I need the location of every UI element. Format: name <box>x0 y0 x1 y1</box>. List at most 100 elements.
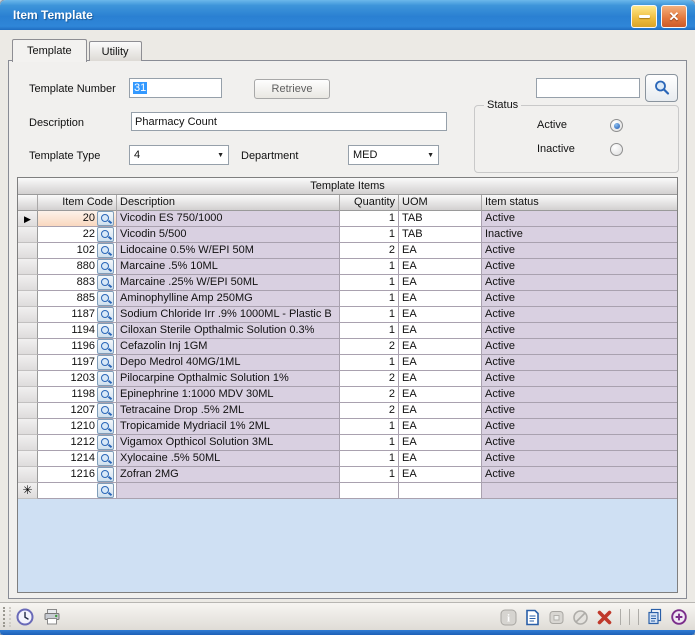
row-selector-cell[interactable] <box>18 243 38 259</box>
table-row[interactable]: 1216 Zofran 2MG 1 EA Active <box>18 467 677 483</box>
quantity-cell[interactable]: 2 <box>340 243 399 259</box>
retrieve-button[interactable]: Retrieve <box>254 79 330 99</box>
memo-icon[interactable] <box>523 608 541 626</box>
item-code-cell[interactable]: 1214 <box>38 451 117 467</box>
row-selector-cell[interactable] <box>18 435 38 451</box>
quantity-cell[interactable]: 1 <box>340 227 399 243</box>
item-code-cell[interactable]: 102 <box>38 243 117 259</box>
item-status-cell[interactable]: Inactive <box>482 227 677 243</box>
row-selector-cell[interactable] <box>18 291 38 307</box>
item-code-cell[interactable]: 1198 <box>38 387 117 403</box>
quantity-cell[interactable]: 1 <box>340 435 399 451</box>
table-row[interactable]: 1210 Tropicamide Mydriacil 1% 2ML 1 EA A… <box>18 419 677 435</box>
item-code-cell[interactable]: 1212 <box>38 435 117 451</box>
print-icon[interactable] <box>43 608 61 626</box>
copy-icon[interactable] <box>646 608 664 626</box>
uom-cell[interactable]: EA <box>399 275 482 291</box>
description-cell[interactable]: Tetracaine Drop .5% 2ML <box>117 403 340 419</box>
toolbar-grip[interactable] <box>3 607 11 627</box>
description-cell[interactable]: Marcaine .25% W/EPI 50ML <box>117 275 340 291</box>
lookup-icon[interactable] <box>97 371 114 386</box>
description-cell[interactable]: Tropicamide Mydriacil 1% 2ML <box>117 419 340 435</box>
table-row[interactable]: 1203 Pilocarpine Opthalmic Solution 1% 2… <box>18 371 677 387</box>
lookup-icon[interactable] <box>97 243 114 258</box>
item-code-cell[interactable]: 1203 <box>38 371 117 387</box>
item-code-cell[interactable] <box>38 483 117 499</box>
description-cell[interactable]: Ciloxan Sterile Opthalmic Solution 0.3% <box>117 323 340 339</box>
quantity-cell[interactable]: 2 <box>340 339 399 355</box>
lookup-icon[interactable] <box>97 355 114 370</box>
row-selector-cell[interactable] <box>18 227 38 243</box>
lookup-icon[interactable] <box>97 291 114 306</box>
description-cell[interactable]: Vicodin ES 750/1000 <box>117 211 340 227</box>
item-status-cell[interactable]: Active <box>482 275 677 291</box>
uom-cell[interactable]: EA <box>399 451 482 467</box>
item-status-cell[interactable]: Active <box>482 419 677 435</box>
table-row[interactable]: 22 Vicodin 5/500 1 TAB Inactive <box>18 227 677 243</box>
quantity-cell[interactable]: 1 <box>340 451 399 467</box>
item-code-cell[interactable]: 1187 <box>38 307 117 323</box>
row-selector-cell[interactable] <box>18 451 38 467</box>
template-type-dropdown[interactable]: 4 ▼ <box>129 145 229 165</box>
uom-cell[interactable]: EA <box>399 307 482 323</box>
item-status-cell[interactable]: Active <box>482 243 677 259</box>
item-code-cell[interactable]: 880 <box>38 259 117 275</box>
item-code-cell[interactable]: 20 <box>38 211 117 227</box>
description-cell[interactable]: Aminophylline Amp 250MG <box>117 291 340 307</box>
uom-cell[interactable] <box>399 483 482 499</box>
row-selector-cell[interactable] <box>18 467 38 483</box>
row-selector-cell[interactable] <box>18 275 38 291</box>
lookup-icon[interactable] <box>97 211 114 226</box>
header-quantity[interactable]: Quantity <box>340 195 399 211</box>
header-uom[interactable]: UOM <box>399 195 482 211</box>
table-row[interactable]: 1197 Depo Medrol 40MG/1ML 1 EA Active <box>18 355 677 371</box>
table-row[interactable]: 880 Marcaine .5% 10ML 1 EA Active <box>18 259 677 275</box>
uom-cell[interactable]: EA <box>399 371 482 387</box>
description-input[interactable] <box>131 112 447 131</box>
uom-cell[interactable]: EA <box>399 467 482 483</box>
lookup-icon[interactable] <box>97 403 114 418</box>
uom-cell[interactable]: EA <box>399 291 482 307</box>
table-row[interactable]: 1198 Epinephrine 1:1000 MDV 30ML 2 EA Ac… <box>18 387 677 403</box>
description-cell[interactable]: Vicodin 5/500 <box>117 227 340 243</box>
row-selector-cell[interactable] <box>18 259 38 275</box>
header-description[interactable]: Description <box>117 195 340 211</box>
description-cell[interactable]: Vigamox Opthicol Solution 3ML <box>117 435 340 451</box>
item-status-cell[interactable]: Active <box>482 307 677 323</box>
quantity-cell[interactable]: 1 <box>340 259 399 275</box>
quantity-cell[interactable]: 1 <box>340 419 399 435</box>
item-status-cell[interactable]: Active <box>482 467 677 483</box>
description-cell[interactable]: Cefazolin Inj 1GM <box>117 339 340 355</box>
clock-icon[interactable] <box>16 608 34 626</box>
description-cell[interactable]: Epinephrine 1:1000 MDV 30ML <box>117 387 340 403</box>
row-selector-cell[interactable] <box>18 387 38 403</box>
quantity-cell[interactable]: 1 <box>340 211 399 227</box>
status-active-radio[interactable] <box>610 119 623 132</box>
lookup-icon[interactable] <box>97 339 114 354</box>
info-icon[interactable]: i <box>499 608 517 626</box>
table-row[interactable]: 1194 Ciloxan Sterile Opthalmic Solution … <box>18 323 677 339</box>
description-cell[interactable] <box>117 483 340 499</box>
item-status-cell[interactable]: Active <box>482 355 677 371</box>
template-number-input[interactable]: 31 <box>129 78 222 98</box>
table-row[interactable]: 1196 Cefazolin Inj 1GM 2 EA Active <box>18 339 677 355</box>
block-icon[interactable] <box>571 608 589 626</box>
lookup-icon[interactable] <box>97 419 114 434</box>
delete-icon[interactable] <box>595 608 613 626</box>
item-code-cell[interactable]: 1196 <box>38 339 117 355</box>
row-selector-cell[interactable] <box>18 339 38 355</box>
table-row[interactable]: ✳ <box>18 483 677 499</box>
item-code-cell[interactable]: 1207 <box>38 403 117 419</box>
quantity-cell[interactable] <box>340 483 399 499</box>
item-status-cell[interactable]: Active <box>482 339 677 355</box>
row-selector-cell[interactable]: ▶ <box>18 211 38 227</box>
uom-cell[interactable]: EA <box>399 243 482 259</box>
attachment-icon[interactable] <box>547 608 565 626</box>
description-cell[interactable]: Xylocaine .5% 50ML <box>117 451 340 467</box>
uom-cell[interactable]: EA <box>399 323 482 339</box>
uom-cell[interactable]: EA <box>399 403 482 419</box>
uom-cell[interactable]: EA <box>399 355 482 371</box>
lookup-icon[interactable] <box>97 307 114 322</box>
table-row[interactable]: 1212 Vigamox Opthicol Solution 3ML 1 EA … <box>18 435 677 451</box>
description-cell[interactable]: Marcaine .5% 10ML <box>117 259 340 275</box>
